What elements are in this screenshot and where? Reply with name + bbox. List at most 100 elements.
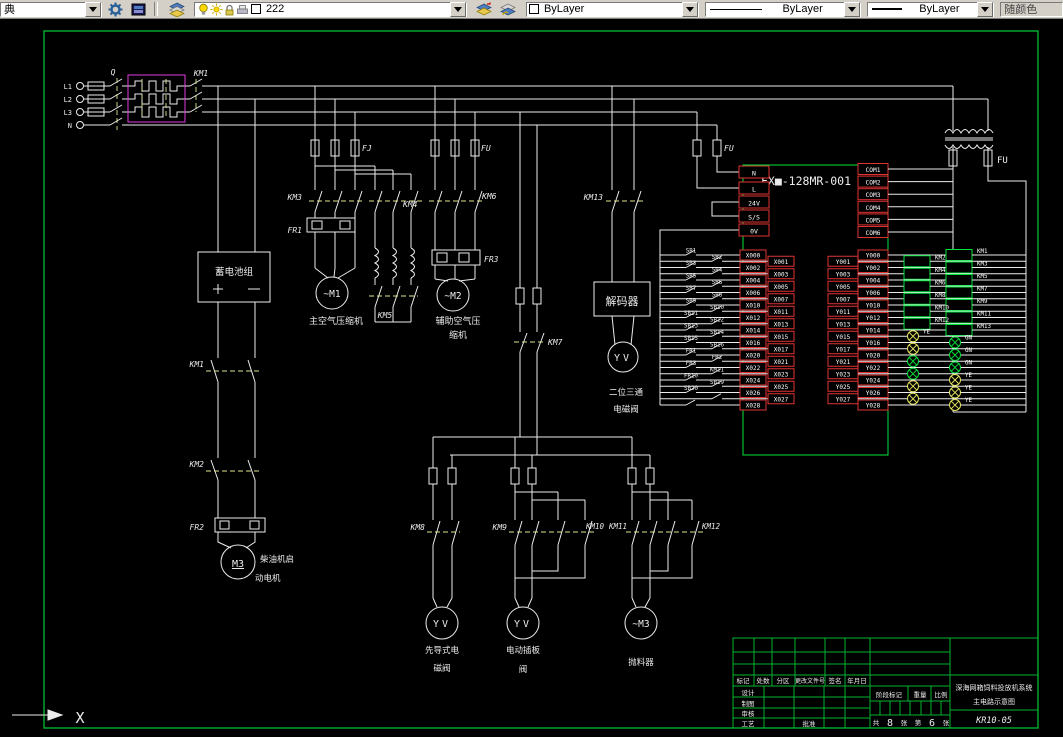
layer-previous-button[interactable] [498, 1, 517, 17]
lineweight-dropdown-arrow[interactable] [977, 1, 994, 17]
workspace-settings-button[interactable] [106, 1, 125, 17]
svg-text:YV: YV [614, 353, 632, 364]
workspace-combo[interactable]: 典 [0, 1, 103, 17]
device-label: KM2 [935, 255, 945, 261]
device-label: X010 [746, 303, 761, 310]
device-label: SB19 [710, 380, 724, 386]
linetype-value: ByLayer [782, 3, 823, 15]
contactor-coil [945, 311, 973, 324]
contactor-coil [945, 324, 973, 336]
layer-properties-icon [131, 3, 145, 15]
linetype-dropdown-arrow[interactable] [843, 1, 860, 17]
device-label: X002 [746, 265, 761, 272]
project-title-line1: 深海网箱饲料投放机系统 [956, 683, 1033, 692]
device-label: SB5 [686, 274, 697, 280]
device-label: SB9 [686, 299, 697, 305]
svg-text:二位三通: 二位三通 [609, 387, 644, 398]
layer-control-combo[interactable]: 222 [193, 1, 467, 17]
device-label: KM9 [977, 299, 988, 305]
svg-text:电动插板: 电动插板 [506, 645, 541, 656]
device-label: Y028 [866, 403, 881, 410]
contactor-coil [903, 255, 931, 268]
device-label: GN [965, 348, 972, 354]
plot-style-value: 随颜色 [1004, 4, 1038, 16]
device-label: GN [965, 336, 972, 342]
layers-stack-icon [168, 2, 185, 17]
device-label: X012 [746, 315, 761, 322]
contactor-coil [945, 286, 973, 299]
svg-text:KM2: KM2 [189, 460, 205, 469]
device-label: SB1 [686, 249, 697, 255]
svg-text:缩机: 缩机 [449, 329, 467, 341]
contactor-coil [945, 299, 973, 311]
svg-text:重量: 重量 [914, 691, 928, 699]
svg-text:动电机: 动电机 [255, 573, 281, 584]
sheet-number-value: 6 [929, 718, 935, 729]
cad-drawing-canvas[interactable]: L1 L2 L3 N Q KM1 蓄电池组 KM1 KM2 FR2 M3 柴油机… [0, 0, 1063, 737]
layer-color-swatch[interactable] [250, 4, 261, 14]
project-title-line2: 主电路示意图 [973, 697, 1015, 706]
color-dropdown-arrow[interactable] [681, 1, 698, 17]
svg-text:更改文件号: 更改文件号 [795, 677, 825, 685]
layers-dialog-button[interactable] [167, 1, 186, 17]
workspace-value: 典 [4, 4, 15, 16]
plot-style-combo[interactable]: 随颜色 [1000, 1, 1063, 17]
svg-text:处数: 处数 [757, 676, 771, 685]
sun-freeze-icon[interactable] [210, 3, 223, 16]
ucs-x-axis-label: X [75, 709, 84, 727]
linetype-control-combo[interactable]: ByLayer [704, 1, 861, 17]
phase-label: L1 [64, 83, 72, 91]
printer-icon[interactable] [236, 3, 249, 16]
device-label: X011 [774, 309, 789, 316]
svg-text:主空气压缩机: 主空气压缩机 [309, 315, 363, 327]
phase-label: L3 [64, 109, 72, 117]
device-label: Y006 [866, 290, 881, 297]
device-label: Y013 [836, 321, 851, 328]
lock-icon[interactable] [223, 3, 236, 16]
device-label: Y022 [866, 365, 881, 372]
sheets-total-value: 8 [887, 718, 893, 729]
svg-text:KM1: KM1 [189, 360, 204, 369]
device-label: YE [923, 329, 930, 335]
device-label: X025 [774, 384, 789, 391]
device-label: Y001 [836, 259, 851, 266]
contactor-coil [903, 317, 931, 330]
svg-text:FU: FU [724, 144, 734, 153]
svg-text:FR1: FR1 [288, 226, 302, 235]
device-label: Y026 [866, 390, 881, 397]
svg-text:标记: 标记 [737, 676, 751, 685]
device-label: Y023 [836, 371, 851, 378]
device-label: Y020 [866, 353, 881, 360]
layer-properties-button[interactable] [128, 1, 148, 17]
device-label: Y014 [866, 328, 881, 335]
device-label: Y005 [836, 284, 851, 291]
svg-text:KM13: KM13 [583, 193, 603, 202]
workspace-dropdown-arrow[interactable] [85, 1, 102, 17]
contactor-coil [945, 274, 973, 286]
svg-text:KM4: KM4 [402, 200, 418, 209]
lineweight-control-combo[interactable]: ByLayer [866, 1, 995, 17]
device-label: KM11 [977, 312, 991, 318]
color-control-combo[interactable]: ByLayer [525, 1, 699, 17]
layer-dropdown-arrow[interactable] [449, 1, 466, 17]
decoder-label: 解码器 [606, 294, 639, 308]
current-color-swatch [528, 4, 539, 14]
toolbar-separator [154, 2, 159, 16]
lightbulb-icon[interactable] [197, 3, 210, 16]
device-label: KM7 [977, 287, 988, 293]
lineweight-value: ByLayer [919, 3, 960, 15]
device-label: Y012 [866, 315, 881, 322]
svg-text:KM7: KM7 [547, 338, 563, 347]
svg-text:阶段标记: 阶段标记 [876, 690, 903, 699]
device-label: SB16 [710, 342, 724, 348]
make-layer-current-button[interactable] [474, 1, 494, 17]
device-label: X027 [774, 396, 789, 403]
device-label: X021 [774, 359, 789, 366]
device-label: FR2 [712, 355, 722, 361]
svg-text:KM3: KM3 [287, 193, 303, 202]
application-window: 典 222 ByLayer ByLayer ByLayer 随颜色 L1 L2 … [0, 0, 1063, 737]
device-label: X022 [746, 365, 761, 372]
device-label: X015 [774, 334, 789, 341]
plc-model-title: FX■-128MR-001 [761, 174, 851, 188]
contactor-coil [903, 292, 931, 305]
